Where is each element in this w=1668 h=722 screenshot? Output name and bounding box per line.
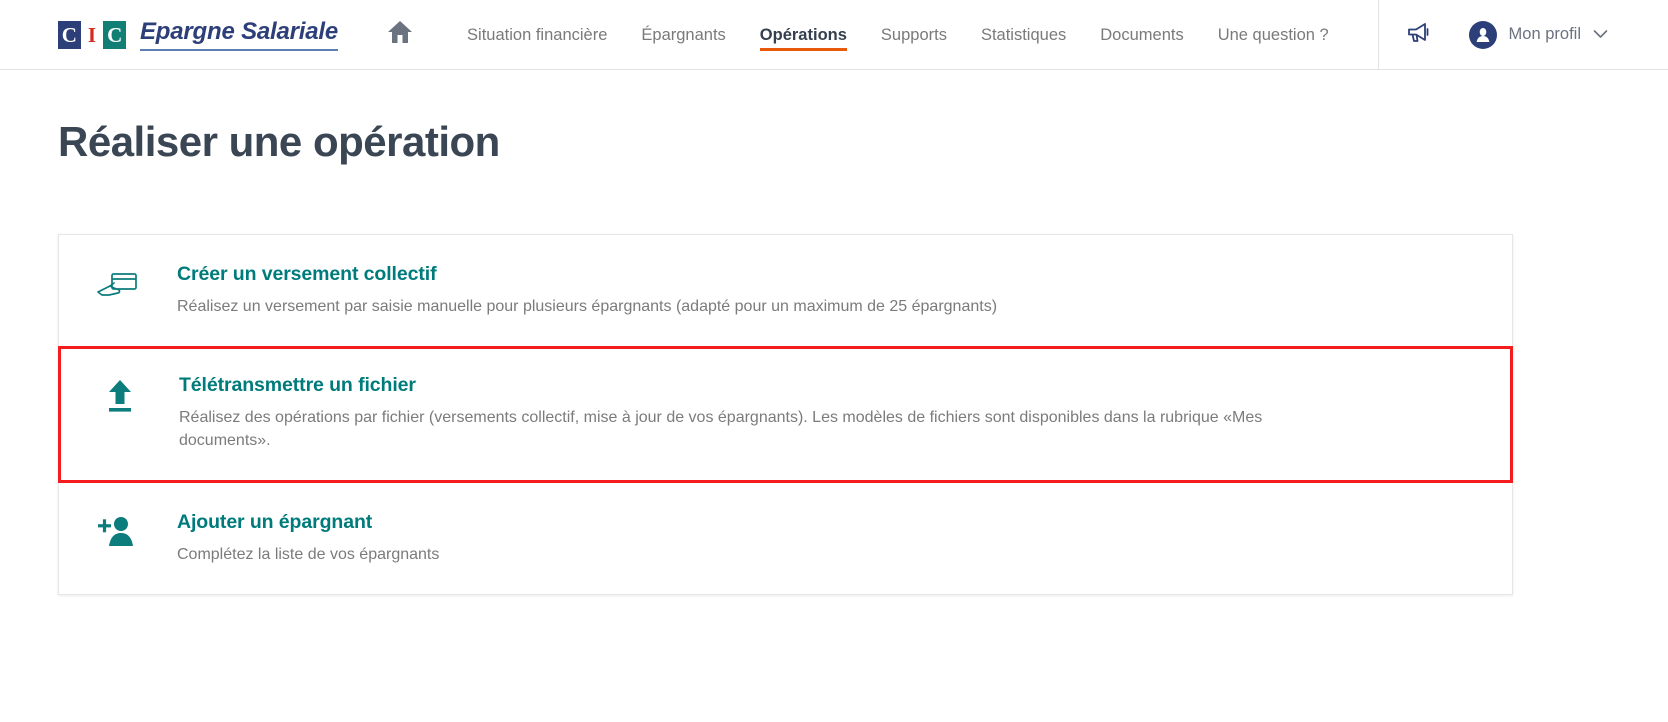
cic-logo: C I C: [58, 20, 127, 49]
operation-card-title[interactable]: Ajouter un épargnant: [177, 511, 439, 534]
main-navigation: Situation financière Épargnants Opératio…: [450, 0, 1346, 70]
operation-card-description: Complétez la liste de vos épargnants: [177, 545, 440, 563]
operation-card-body: Télétransmettre un fichier Réalisez des …: [179, 374, 1309, 452]
megaphone-icon: [1405, 20, 1433, 49]
cic-logo-letter-3: C: [103, 20, 127, 49]
brand-name: Epargne Salariale: [140, 18, 338, 51]
nav-item-statistiques[interactable]: Statistiques: [964, 0, 1083, 70]
nav-item-operations[interactable]: Opérations: [743, 0, 864, 70]
nav-item-situation-financiere[interactable]: Situation financière: [450, 0, 624, 70]
header-right-actions: Mon profil: [1377, 0, 1668, 70]
operation-card-body: Ajouter un épargnant Complétez la liste …: [177, 511, 479, 566]
hand-card-icon: [59, 263, 177, 302]
operation-card-teletransmettre-fichier[interactable]: Télétransmettre un fichier Réalisez des …: [58, 346, 1513, 483]
app-header: C I C Epargne Salariale Situation financ…: [0, 0, 1668, 70]
home-button[interactable]: [386, 19, 414, 50]
chevron-down-icon: [1593, 26, 1608, 44]
brand-logo-link[interactable]: C I C Epargne Salariale: [58, 18, 338, 51]
home-icon: [386, 19, 414, 50]
cic-logo-letter-2: I: [80, 20, 104, 49]
cic-logo-letter-1: C: [58, 20, 81, 49]
operation-card-ajouter-epargnant[interactable]: Ajouter un épargnant Complétez la liste …: [59, 483, 1512, 594]
nav-item-supports[interactable]: Supports: [864, 0, 964, 70]
nav-item-epargnants[interactable]: Épargnants: [624, 0, 742, 70]
operation-card-body: Créer un versement collectif Réalisez un…: [177, 263, 1037, 318]
operation-card-title[interactable]: Créer un versement collectif: [177, 263, 997, 286]
nav-item-une-question[interactable]: Une question ?: [1201, 0, 1346, 70]
add-person-icon: [59, 511, 177, 550]
operation-card-description: Réalisez des opérations par fichier (ver…: [179, 409, 1263, 450]
page-title: Réaliser une opération: [58, 118, 500, 165]
main-content: Réaliser une opération Créer un versemen…: [0, 118, 1668, 595]
profile-menu[interactable]: Mon profil: [1459, 20, 1668, 49]
announcements-button[interactable]: [1379, 20, 1459, 49]
avatar: [1468, 20, 1497, 49]
operation-card-creer-versement-collectif[interactable]: Créer un versement collectif Réalisez un…: [59, 235, 1512, 346]
upload-icon: [61, 374, 179, 415]
profile-label: Mon profil: [1508, 25, 1581, 43]
nav-item-documents[interactable]: Documents: [1083, 0, 1200, 70]
operation-card-description: Réalisez un versement par saisie manuell…: [177, 298, 998, 315]
operations-list: Créer un versement collectif Réalisez un…: [58, 234, 1513, 595]
operation-card-title[interactable]: Télétransmettre un fichier: [179, 374, 1269, 397]
